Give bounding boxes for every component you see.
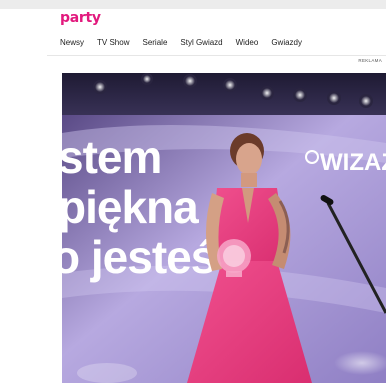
browser-top-strip bbox=[0, 0, 386, 9]
nav-item-tv-show[interactable]: TV Show bbox=[97, 37, 129, 51]
main-nav: Newsy TV Show Seriale Styl Gwiazd Wideo … bbox=[60, 37, 315, 51]
ad-label: REKLAMA bbox=[358, 58, 382, 63]
nav-item-styl-gwiazd[interactable]: Styl Gwiazd bbox=[180, 37, 222, 51]
nav-item-gwiazdy[interactable]: Gwiazdy bbox=[271, 37, 302, 51]
backdrop-line-2: piękna bbox=[62, 181, 199, 233]
nav-item-wideo[interactable]: Wideo bbox=[236, 37, 259, 51]
nav-divider bbox=[47, 55, 386, 56]
sponsor-logo-text: WIZAŻ bbox=[320, 149, 386, 176]
backdrop-line-1: stem bbox=[62, 131, 161, 183]
site-logo[interactable]: party bbox=[60, 9, 101, 27]
nav-item-newsy[interactable]: Newsy bbox=[60, 37, 84, 51]
article-photo[interactable]: stem piękna o jesteś WIZAŻ bbox=[62, 73, 386, 383]
nav-item-seriale[interactable]: Seriale bbox=[142, 37, 167, 51]
site-header: party bbox=[0, 9, 386, 29]
backdrop-line-3: o jesteś bbox=[62, 231, 215, 283]
